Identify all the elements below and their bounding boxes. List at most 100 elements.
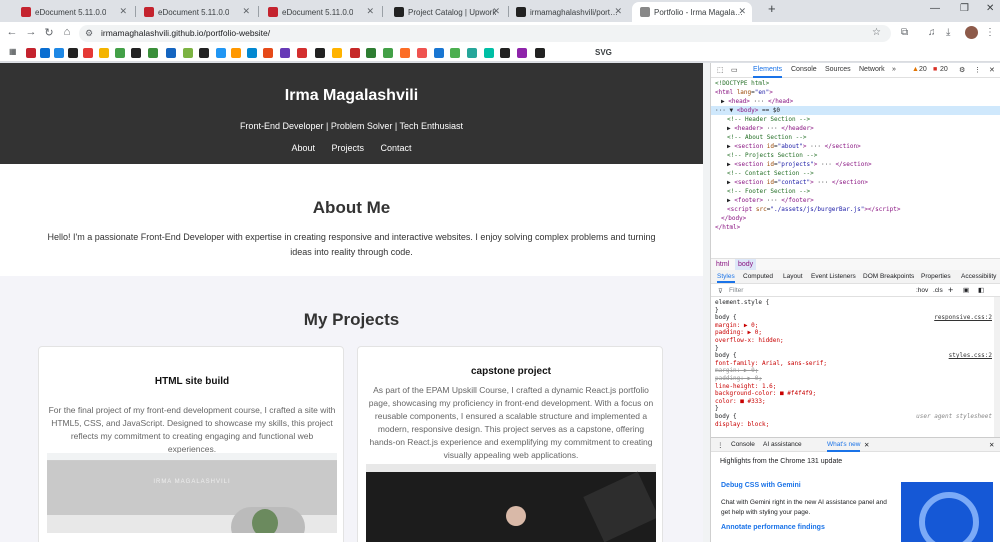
styles-subtab[interactable]: Event Listeners: [811, 273, 856, 280]
dom-node[interactable]: <!-- Projects Section -->: [727, 151, 817, 160]
close-window-icon[interactable]: ✕: [986, 3, 994, 14]
close-tab-icon[interactable]: ✕: [614, 6, 622, 17]
bookmark-icon[interactable]: [115, 48, 125, 58]
bookmark-icon[interactable]: [332, 48, 342, 58]
reload-icon[interactable]: ↻: [42, 26, 56, 39]
bookmark-icon[interactable]: [247, 48, 257, 58]
close-tab-icon[interactable]: ✕: [366, 6, 374, 17]
bookmark-icon[interactable]: [517, 48, 527, 58]
bookmark-icon[interactable]: [417, 48, 427, 58]
error-count[interactable]: 20: [940, 66, 948, 73]
tab-network[interactable]: Network: [859, 66, 885, 73]
bookmark-icon[interactable]: [40, 48, 50, 58]
filter-input[interactable]: Filter: [729, 287, 743, 294]
bookmark-svg[interactable]: SVG: [595, 48, 612, 57]
dom-node[interactable]: ▶ <section id="about"> ··· </section>: [727, 142, 861, 151]
settings-icon[interactable]: ⚙: [959, 66, 965, 74]
menu-icon[interactable]: ⋮: [985, 27, 995, 38]
bookmark-star-icon[interactable]: ☆: [872, 27, 881, 38]
media-icon[interactable]: ♫: [928, 27, 936, 38]
bookmark-icon[interactable]: [450, 48, 460, 58]
close-devtools-icon[interactable]: ✕: [989, 66, 995, 74]
style-declaration[interactable]: display: block;: [715, 421, 992, 429]
tab-sources[interactable]: Sources: [825, 66, 851, 73]
styles-scrollbar[interactable]: [994, 297, 1000, 437]
bookmark-icon[interactable]: [68, 48, 78, 58]
styles-subtab[interactable]: DOM Breakpoints: [863, 273, 914, 280]
minimize-icon[interactable]: —: [930, 3, 940, 14]
crumb-body[interactable]: body: [735, 259, 757, 270]
tab-elements[interactable]: Elements: [753, 66, 783, 78]
browser-tab[interactable]: eDocument 5.11.0.0 ✕: [13, 2, 133, 22]
close-tab-icon[interactable]: ✕: [864, 441, 869, 449]
bookmark-icon[interactable]: [216, 48, 226, 58]
bookmark-icon[interactable]: [26, 48, 36, 58]
bookmark-icon[interactable]: [54, 48, 64, 58]
bookmark-icon[interactable]: [535, 48, 545, 58]
more-tabs-icon[interactable]: »: [892, 66, 896, 73]
rule-source-link[interactable]: user agent stylesheet: [916, 413, 992, 421]
dom-node[interactable]: </body>: [721, 214, 746, 223]
browser-tab[interactable]: eDocument 5.11.0.0 ✕: [136, 2, 256, 22]
bookmark-icon[interactable]: [231, 48, 241, 58]
browser-tab[interactable]: eDocument 5.11.0.0 ✕: [260, 2, 380, 22]
dom-node[interactable]: <!-- Header Section -->: [727, 115, 810, 124]
forward-icon[interactable]: →: [24, 26, 38, 38]
dom-node[interactable]: ▶ <header> ··· </header>: [727, 124, 814, 133]
close-tab-icon[interactable]: ✕: [492, 6, 500, 17]
bookmark-icon[interactable]: [166, 48, 176, 58]
bookmark-icon[interactable]: [280, 48, 290, 58]
bookmark-icon[interactable]: [183, 48, 193, 58]
styles-subtab[interactable]: Styles: [717, 273, 735, 283]
nav-projects[interactable]: Projects: [331, 143, 364, 153]
dom-node[interactable]: <!-- Contact Section -->: [727, 169, 814, 178]
hov-toggle[interactable]: :hov: [916, 287, 928, 294]
bookmark-icon[interactable]: [434, 48, 444, 58]
warning-count[interactable]: 20: [919, 66, 927, 73]
new-rule-button[interactable]: +: [948, 285, 953, 295]
dom-node[interactable]: <!-- About Section -->: [727, 133, 806, 142]
bookmark-icon[interactable]: [400, 48, 410, 58]
close-tab-icon[interactable]: ✕: [738, 6, 746, 17]
dom-node[interactable]: <script src="./assets/js/burgerBar.js"><…: [727, 205, 900, 214]
close-tab-icon[interactable]: ✕: [242, 6, 250, 17]
styles-subtab[interactable]: Properties: [921, 273, 951, 280]
bookmark-icon[interactable]: [297, 48, 307, 58]
dom-node[interactable]: ▶ <footer> ··· </footer>: [727, 196, 814, 205]
bookmark-icon[interactable]: [484, 48, 494, 58]
bookmark-icon[interactable]: [199, 48, 209, 58]
bookmark-icon[interactable]: [263, 48, 273, 58]
close-drawer-icon[interactable]: ✕: [989, 441, 994, 449]
bookmark-icon[interactable]: [467, 48, 477, 58]
nav-about[interactable]: About: [291, 143, 315, 153]
drawer-tab-ai-assistance[interactable]: AI assistance: [763, 441, 802, 448]
whats-new-heading-1[interactable]: Debug CSS with Gemini: [721, 482, 801, 489]
computed-toggle-icon[interactable]: ▣: [963, 286, 969, 294]
bookmark-icon[interactable]: [366, 48, 376, 58]
dom-node[interactable]: ··· ▼ <body> == $0: [711, 106, 1000, 115]
styles-subtab[interactable]: Accessibility: [961, 273, 996, 280]
cls-toggle[interactable]: .cls: [933, 287, 943, 294]
maximize-icon[interactable]: ❐: [960, 3, 969, 14]
dom-node[interactable]: ▶ <section id="contact"> ··· </section>: [727, 178, 868, 187]
site-info-icon[interactable]: ⚙: [85, 28, 93, 39]
browser-tab[interactable]: irmamaghalashvili/portfolio-web✕: [508, 2, 628, 22]
new-tab-button[interactable]: +: [768, 1, 776, 16]
bookmark-icon[interactable]: [99, 48, 109, 58]
rule-source-link[interactable]: styles.css:2: [949, 352, 992, 360]
back-icon[interactable]: ←: [5, 26, 19, 38]
inspect-icon[interactable]: ⬚: [717, 66, 724, 74]
profile-avatar[interactable]: [965, 26, 978, 39]
dom-node[interactable]: <html lang="en">: [715, 88, 773, 97]
rule-source-link[interactable]: responsive.css:2: [934, 314, 992, 322]
whats-new-heading-2[interactable]: Annotate performance findings: [721, 524, 825, 531]
page-scrollbar[interactable]: [703, 63, 710, 542]
address-bar[interactable]: ⚙ irmamaghalashvili.github.io/portfolio-…: [79, 25, 891, 42]
whats-new-thumbnail[interactable]: [901, 482, 993, 542]
dom-node[interactable]: ▶ <section id="projects"> ··· </section>: [727, 160, 872, 169]
bookmark-icon[interactable]: [131, 48, 141, 58]
downloads-icon[interactable]: ⤓: [946, 27, 950, 38]
sidebar-toggle-icon[interactable]: ◧: [978, 286, 984, 294]
bookmark-icon[interactable]: [83, 48, 93, 58]
styles-subtab[interactable]: Layout: [783, 273, 803, 280]
